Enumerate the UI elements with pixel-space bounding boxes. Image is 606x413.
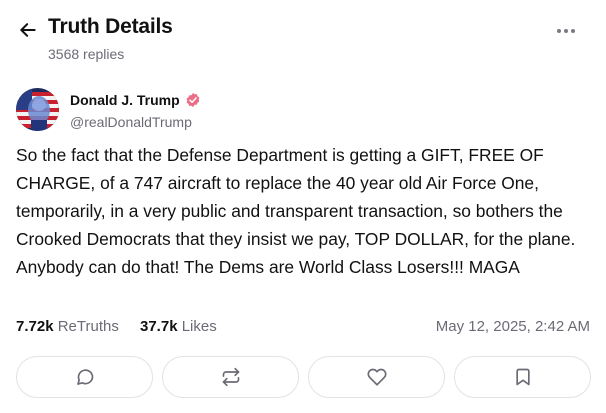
more-horizontal-icon [571,29,575,33]
more-options-button[interactable] [552,20,580,42]
retruths-stat[interactable]: 7.72k ReTruths [16,318,119,335]
more-horizontal-icon [564,29,568,33]
avatar-image [16,88,59,131]
post-text: So the fact that the Defense Department … [16,145,576,277]
retruth-button[interactable] [162,356,299,398]
more-horizontal-icon [557,29,561,33]
retruths-label: ReTruths [57,318,119,335]
page-header: Truth Details 3568 replies [0,0,606,70]
author-name: Donald J. Trump [70,92,180,108]
back-button[interactable] [14,16,42,44]
like-button[interactable] [308,356,445,398]
post-author: Donald J. Trump @realDonaldTrump [16,88,586,134]
avatar[interactable] [16,88,59,131]
author-name-row[interactable]: Donald J. Trump [70,92,201,108]
post-stats: 7.72k ReTruths 37.7k Likes May 12, 2025,… [16,318,590,340]
like-heart-icon [367,368,386,386]
likes-stat[interactable]: 37.7k Likes [140,318,217,335]
replies-count: 3568 replies [48,46,125,62]
post-timestamp: May 12, 2025, 2:42 AM [435,318,590,335]
page-title: Truth Details [48,15,173,38]
arrow-left-icon [20,23,36,37]
verified-badge-icon [186,93,200,107]
bookmark-icon [515,368,530,386]
action-bar [16,356,591,398]
reply-icon [76,369,93,385]
likes-label: Likes [181,318,217,335]
bookmark-button[interactable] [454,356,591,398]
reply-button[interactable] [16,356,153,398]
retruths-count: 7.72k [16,318,54,335]
likes-count: 37.7k [140,318,178,335]
retruth-icon [222,367,239,387]
author-handle[interactable]: @realDonaldTrump [70,114,192,130]
